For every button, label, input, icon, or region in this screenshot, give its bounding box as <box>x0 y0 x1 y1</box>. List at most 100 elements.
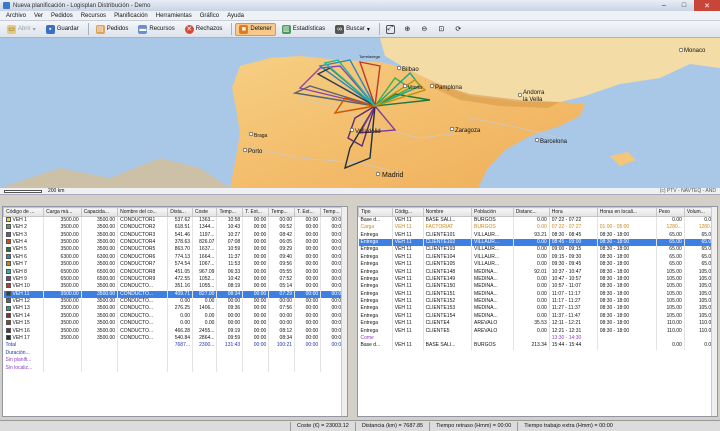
route-col-header[interactable]: Peso <box>655 207 685 217</box>
vehicle-cell: 06:05 <box>268 238 296 247</box>
route-stop-row[interactable]: Entrega VEH 11 CLIENTE152 MEDINA... 0.00 11:1… <box>358 297 717 306</box>
vehicle-color-swatch <box>5 335 11 341</box>
vehicle-row[interactable]: VEH 6 6300.00 6300.00 CONDUCTOR6 774.13 1664.… <box>3 253 347 261</box>
menu-archivo[interactable]: Archivo <box>2 13 30 19</box>
route-stop-row[interactable]: Entrega VEH 11 CLIENTE149 MEDINA... 0.00 10:4… <box>358 275 717 284</box>
vehicle-row[interactable]: VEH 8 6500.00 6500.00 CONDUCTOR8 451.05 967.0… <box>3 268 347 276</box>
menu-planificacion[interactable]: Planificación <box>110 13 152 19</box>
route-stop-row[interactable]: Entrega VEH 11 CLIENTE154 MEDINA... 0.00 11:3… <box>358 312 717 321</box>
vehicles-summary-row[interactable]: Sin planifi... <box>3 357 347 365</box>
vehicles-table-scrollbar[interactable] <box>341 207 347 416</box>
vehicle-row[interactable]: VEH 11 3500.00 3500.00 CONDUCTO... 409.71 827… <box>3 290 347 298</box>
menu-herramientas[interactable]: Herramientas <box>152 13 196 19</box>
vehicle-row[interactable]: VEH 4 3500.00 3500.00 CONDUCTOR4 378.63 826.0… <box>3 238 347 247</box>
vehicle-row[interactable]: VEH 13 3500.00 3500.00 CONDUCTO... 276.25 140… <box>3 305 347 313</box>
vehicle-code: VEH 4 <box>12 238 27 245</box>
vehicle-row[interactable]: VEH 12 3500.00 3500.00 CONDUCTO... 0.00 0.00 0… <box>3 297 347 306</box>
close-button[interactable]: ✕ <box>694 0 720 11</box>
route-stop-row[interactable]: Come 13:30 - 14:30 <box>358 334 717 343</box>
menu-recursos[interactable]: Recursos <box>77 13 110 19</box>
route-stop-row[interactable]: Entrega VEH 11 CLIENTE105 VILLAUR... 0.00 09:… <box>358 260 717 269</box>
route-col-header[interactable]: Nombre <box>422 207 473 217</box>
menu-ayuda[interactable]: Ayuda <box>223 13 248 19</box>
route-col-header[interactable]: Distanc... <box>512 207 550 217</box>
maximize-button[interactable]: □ <box>674 0 694 11</box>
vehicle-row[interactable]: VEH 7 3500.00 3500.00 CONDUCTOR7 574.54 1067.… <box>3 260 347 269</box>
vehicle-row[interactable]: VEH 3 3500.00 3500.00 CONDUCTOR3 541.46 1197.… <box>3 231 347 239</box>
route-stop-row[interactable]: Entrega VEH 11 CLIENTE153 MEDINA... 0.00 11:2… <box>358 305 717 313</box>
route-stop-row[interactable]: Entrega VEH 11 CLIENTE103 VILLAUR... 0.00 09:… <box>358 246 717 254</box>
zoom-extent-button[interactable]: ⤢ <box>383 23 398 36</box>
vehicles-col-header[interactable]: Carga má... <box>43 207 82 217</box>
vehicles-col-header[interactable]: T. Ext... <box>242 207 270 217</box>
route-stop-row[interactable]: Base d... VEH 11 BASE SALI... BURGOS 0.00 07:… <box>358 216 717 224</box>
route-stop-row[interactable]: Entrega VEH 11 CLIENTE102 VILLAUR... 0.00 08:… <box>358 238 717 247</box>
vehicles-summary-row[interactable]: Sin localiz... <box>3 364 347 372</box>
vehicle-row[interactable]: VEH 5 3500.00 3500.00 CONDUCTOR5 863.70 1637.… <box>3 246 347 254</box>
vehicle-code: VEH 15 <box>12 320 30 327</box>
vehicles-summary-row[interactable]: Duración... <box>3 349 347 358</box>
open-button[interactable]: ▭ Abrir ▾ <box>3 23 40 36</box>
vehicle-row[interactable]: VEH 1 3500.00 3500.00 CONDUCTOR1 537.62 1363.… <box>3 216 347 224</box>
route-col-header[interactable]: Población <box>471 207 514 217</box>
route-stop-row[interactable]: Entrega VEH 11 CLIENTE148 MEDINA... 92.01 10:… <box>358 268 717 276</box>
route-stop-cell: 08:30 - 18:00 <box>597 297 657 306</box>
vehicle-row[interactable]: VEH 17 3500.00 3500.00 CONDUCTO... 540.84 286… <box>3 334 347 343</box>
route-stop-cell: 0.00 <box>513 253 550 261</box>
route-col-header[interactable]: Códig... <box>391 207 424 217</box>
zoom-window-button[interactable]: ⊡ <box>434 23 449 36</box>
refresh-button[interactable]: ⟳ <box>451 23 466 36</box>
resources-button[interactable]: ▬ Recursos <box>134 23 178 36</box>
vehicles-col-header[interactable]: Dista... <box>167 207 194 217</box>
vehicles-col-header[interactable]: Temp... <box>268 207 296 217</box>
vehicle-row[interactable]: VEH 2 3500.00 3500.00 CONDUCTOR2 618.51 1344.… <box>3 224 347 232</box>
route-stop-cell: 105.00 <box>656 305 685 313</box>
panel-splitter[interactable] <box>350 206 355 417</box>
route-stop-row[interactable]: Entrega VEH 11 CLIENTE151 MEDINA... 0.00 11:0… <box>358 290 717 298</box>
route-stop-row[interactable]: Entrega VEH 11 CLIENTE104 VILLAUR... 0.00 09:… <box>358 253 717 261</box>
map-canvas[interactable]: Monaco Bilbao Pamplona Andorra la Vella … <box>0 38 720 188</box>
menu-pedidos[interactable]: Pedidos <box>47 13 77 19</box>
vehicle-cell: 00:00 <box>294 297 322 306</box>
vehicle-cell: 3500.00 <box>43 231 82 239</box>
rejects-button[interactable]: ✕ Rechazos <box>181 23 227 36</box>
route-stop-row[interactable]: Entrega VEH 11 CLIENTE150 MEDINA... 0.00 10:5… <box>358 283 717 291</box>
vehicles-col-header[interactable]: Temp... <box>216 207 244 217</box>
vehicle-row[interactable]: VEH 9 6500.00 6500.00 CONDUCTOR9 472.55 1052.… <box>3 275 347 284</box>
route-stop-row[interactable]: Entrega VEH 11 CLIENTE4 AREVALO 35.53 12:11 -… <box>358 320 717 328</box>
route-stop-row[interactable]: Entrega VEH 11 CLIENTE101 VILLAUR... 93.21 08… <box>358 231 717 239</box>
vehicles-col-header[interactable]: Nombre del co... <box>117 207 169 217</box>
menu-ver[interactable]: Ver <box>30 13 47 19</box>
vehicle-cell: CONDUCTO... <box>117 327 169 335</box>
route-stop-row[interactable]: Base d... VEH 11 BASE SALI... BURGOS 213.34 1… <box>358 342 717 350</box>
vehicles-col-header[interactable]: Código de ... <box>3 207 45 217</box>
minimize-button[interactable]: – <box>654 0 674 11</box>
search-button[interactable]: ∞ Buscar ▾ <box>331 23 374 36</box>
route-stop-cell <box>513 334 550 343</box>
vehicles-col-header[interactable]: Capacida... <box>80 207 119 217</box>
stop-button[interactable]: ■ Detener <box>235 22 276 36</box>
vehicles-col-header[interactable]: Coste <box>192 207 218 217</box>
save-button[interactable]: ▪ Guardar <box>42 23 83 36</box>
route-stop-row[interactable]: Carga VEH 11 FACTORIAT BURGOS 0.00 07:22 - 07… <box>358 224 717 232</box>
vehicle-row[interactable]: VEH 14 3500.00 3500.00 CONDUCTO... 0.00 0.00 0… <box>3 312 347 321</box>
vehicle-row[interactable]: VEH 16 3500.00 3500.00 CONDUCTO... 466.28 245… <box>3 327 347 335</box>
vehicle-cell: 3500.00 <box>43 312 82 321</box>
statistics-button[interactable]: ▥ Estadísticas <box>278 23 329 36</box>
route-map[interactable]: Monaco Bilbao Pamplona Andorra la Vella … <box>0 38 720 188</box>
route-col-header[interactable]: Horas en locali... <box>596 207 657 217</box>
refresh-icon: ⟳ <box>455 26 462 33</box>
menu-grafico[interactable]: Gráfico <box>196 13 223 19</box>
route-detail-scrollbar[interactable] <box>711 207 717 416</box>
zoom-out-button[interactable]: ⊖ <box>417 23 432 36</box>
orders-button[interactable]: ▤ Pedidos <box>92 23 133 36</box>
zoom-in-button[interactable]: ⊕ <box>400 23 415 36</box>
vehicle-row[interactable]: VEH 10 3500.00 3500.00 CONDUCTO... 351.16 105… <box>3 283 347 291</box>
route-stop-row[interactable]: Entrega VEH 11 CLIENTE5 AREVALO 0.00 12:21 - … <box>358 327 717 335</box>
vehicles-col-header[interactable]: T. Ext... <box>294 207 322 217</box>
vehicle-color-swatch <box>5 290 11 296</box>
vehicle-cell: 3500.00 <box>43 238 82 247</box>
route-col-header[interactable]: Tipo <box>358 207 393 217</box>
vehicle-row[interactable]: VEH 15 3500.00 3500.00 CONDUCTO... 0.00 0.00 0… <box>3 320 347 328</box>
route-col-header[interactable]: Hora <box>548 207 598 217</box>
